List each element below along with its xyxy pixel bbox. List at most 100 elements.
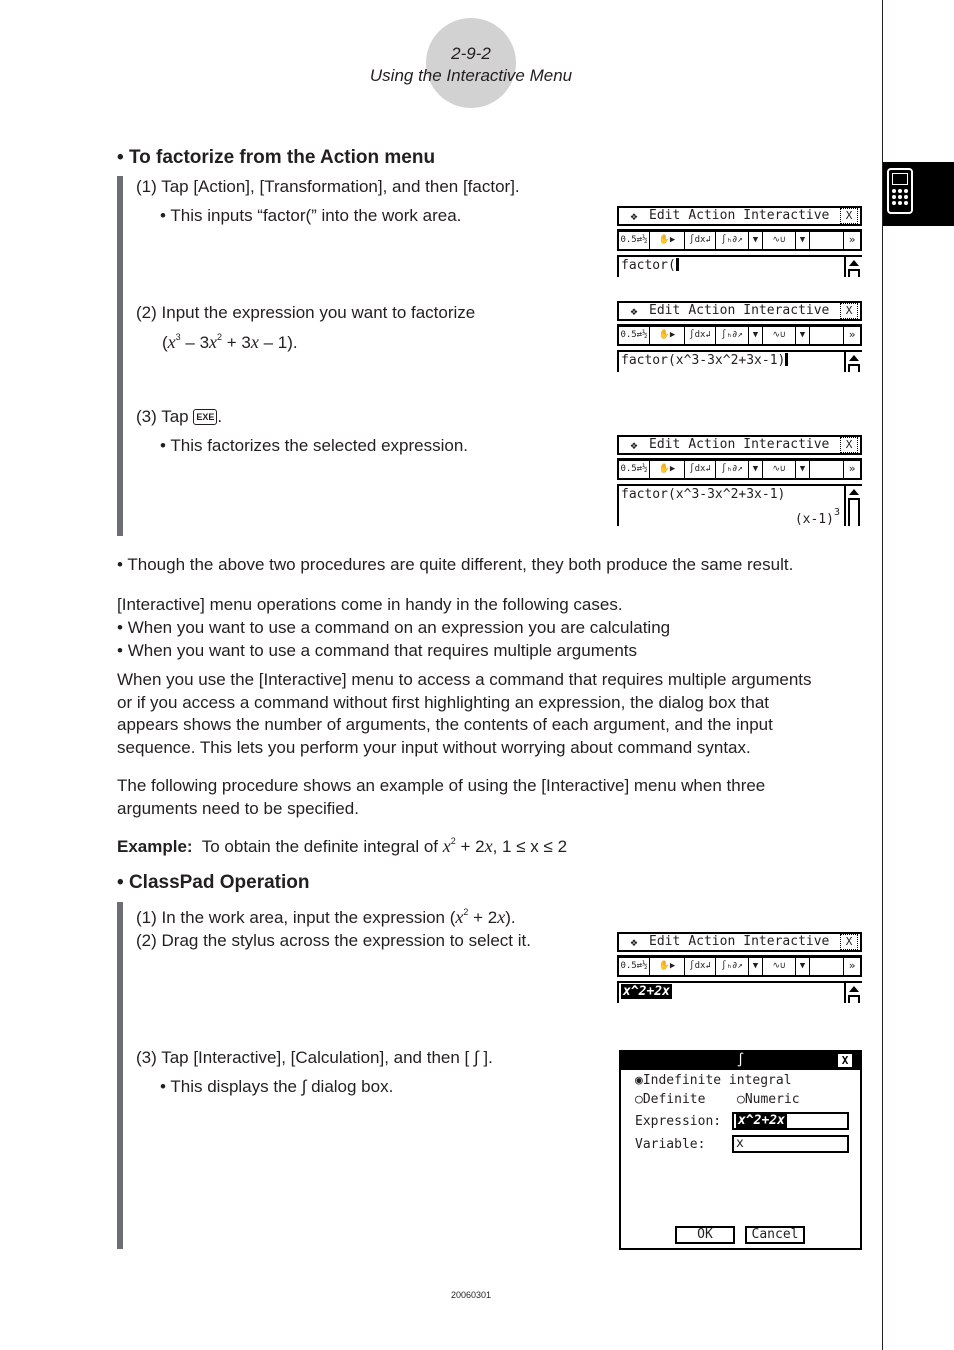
toolbar-integral-icon[interactable]: ∫dx↲ — [685, 461, 716, 478]
close-icon[interactable]: X — [840, 934, 858, 950]
toolbar-curve-icon[interactable]: ∿∪ — [763, 327, 796, 344]
step-1-bullet: • This inputs “factor(” into the work ar… — [160, 206, 462, 225]
ok-button[interactable]: OK — [675, 1226, 735, 1244]
toolbar-integral-icon[interactable]: ∫dx↲ — [685, 958, 716, 975]
close-icon[interactable]: X — [840, 303, 858, 319]
scrollbar[interactable] — [844, 352, 862, 372]
toolbar-graph-icon[interactable]: ∫ₕ∂↗ — [716, 958, 749, 975]
toolbar-dropdown-icon[interactable]: ▼ — [749, 461, 763, 478]
dropdown-icon[interactable]: ❖ — [619, 934, 649, 950]
toolbar-dropdown-icon[interactable]: ▼ — [796, 958, 810, 975]
cancel-button[interactable]: Cancel — [745, 1226, 805, 1244]
classpad-screen-4: ❖ Edit Action Interactive X 0.5⇄½ ✋▶ ∫dx… — [617, 932, 862, 1003]
toolbar: 0.5⇄½ ✋▶ ∫dx↲ ∫ₕ∂↗ ▼ ∿∪ ▼ » — [617, 324, 862, 346]
toolbar-fraction-decimal[interactable]: 0.5⇄½ — [619, 232, 650, 249]
procedure-bar — [117, 902, 123, 1249]
toolbar-fraction-decimal[interactable]: 0.5⇄½ — [619, 958, 650, 975]
close-icon[interactable]: X — [840, 437, 858, 453]
step-2-expression: (x3 – 3x2 + 3x – 1). — [162, 332, 298, 352]
toolbar-drag-icon[interactable]: ✋▶ — [650, 461, 685, 478]
scrollbar[interactable] — [844, 257, 862, 277]
work-area[interactable]: factor(x^3-3x^2+3x-1) — [617, 350, 862, 372]
scroll-up-icon[interactable] — [849, 489, 859, 495]
calculator-icon — [887, 168, 913, 214]
radio-unchecked-icon: ○ — [737, 1092, 745, 1107]
close-icon[interactable]: X — [840, 208, 858, 224]
menu-interactive[interactable]: Interactive — [743, 437, 829, 453]
toolbar-fraction-decimal[interactable]: 0.5⇄½ — [619, 461, 650, 478]
toolbar-integral-icon[interactable]: ∫dx↲ — [685, 232, 716, 249]
scroll-up-icon[interactable] — [849, 260, 859, 266]
toolbar-drag-icon[interactable]: ✋▶ — [650, 327, 685, 344]
toolbar-more-icon[interactable]: » — [843, 461, 860, 478]
toolbar-more-icon[interactable]: » — [843, 327, 860, 344]
toolbar-drag-icon[interactable]: ✋▶ — [650, 232, 685, 249]
radio-checked-icon: ◉ — [635, 1073, 643, 1088]
menu-action[interactable]: Action — [688, 437, 735, 453]
work-area[interactable]: factor(x^3-3x^2+3x-1) (x-1)3 — [617, 484, 862, 527]
toolbar-more-icon[interactable]: » — [843, 958, 860, 975]
note-bullet: • Though the above two procedures are qu… — [117, 555, 794, 574]
menu-edit[interactable]: Edit — [649, 934, 680, 950]
toolbar-curve-icon[interactable]: ∿∪ — [763, 232, 796, 249]
selected-expression[interactable]: x^2+2x — [621, 984, 672, 999]
toolbar-graph-icon[interactable]: ∫ₕ∂↗ — [716, 461, 749, 478]
toolbar-dropdown-icon[interactable]: ▼ — [796, 327, 810, 344]
footer-code: 20060301 — [450, 1290, 492, 1300]
toolbar-graph-icon[interactable]: ∫ₕ∂↗ — [716, 232, 749, 249]
step-2: (2) Drag the stylus across the expressio… — [136, 931, 531, 950]
close-icon[interactable]: X — [838, 1054, 852, 1067]
work-area[interactable]: x^2+2x — [617, 981, 862, 1003]
scrollbar[interactable] — [844, 983, 862, 1003]
work-line: factor( — [621, 258, 676, 273]
menu-interactive[interactable]: Interactive — [743, 208, 829, 224]
toolbar-dropdown-icon[interactable]: ▼ — [796, 461, 810, 478]
toolbar-dropdown-icon[interactable]: ▼ — [749, 327, 763, 344]
scroll-up-icon[interactable] — [849, 355, 859, 361]
scrollbar[interactable] — [844, 486, 862, 526]
result-line: (x-1)3 — [794, 507, 840, 527]
menu-action[interactable]: Action — [688, 208, 735, 224]
toolbar-drag-icon[interactable]: ✋▶ — [650, 958, 685, 975]
menu-action[interactable]: Action — [688, 303, 735, 319]
expression-field[interactable]: x^2+2x — [732, 1112, 849, 1130]
toolbar-dropdown-icon[interactable]: ▼ — [749, 232, 763, 249]
menu-action[interactable]: Action — [688, 934, 735, 950]
page-number: 2-9-2 — [451, 44, 491, 63]
step-3: (3) Tap [Interactive], [Calculation], an… — [136, 1048, 493, 1067]
menu-edit[interactable]: Edit — [649, 437, 680, 453]
variable-field[interactable]: x — [732, 1135, 849, 1153]
paragraph-intro: [Interactive] menu operations come in ha… — [117, 595, 623, 614]
page-title: Using the Interactive Menu — [369, 66, 573, 85]
menu-interactive[interactable]: Interactive — [743, 303, 829, 319]
work-area[interactable]: factor( — [617, 255, 862, 277]
dialog-title-bar: ∫ X — [621, 1052, 860, 1070]
radio-definite[interactable]: ○Definite — [635, 1092, 705, 1107]
exe-key-icon: EXE — [193, 409, 218, 425]
dialog-title: ∫ — [736, 1053, 745, 1068]
toolbar-graph-icon[interactable]: ∫ₕ∂↗ — [716, 327, 749, 344]
toolbar-curve-icon[interactable]: ∿∪ — [763, 958, 796, 975]
menu-edit[interactable]: Edit — [649, 303, 680, 319]
dropdown-icon[interactable]: ❖ — [619, 437, 649, 453]
paragraph-line: arguments need to be specified. — [117, 799, 359, 818]
variable-label: Variable: — [635, 1137, 706, 1152]
radio-numeric[interactable]: ○Numeric — [737, 1092, 800, 1107]
toolbar-fraction-decimal[interactable]: 0.5⇄½ — [619, 327, 650, 344]
toolbar-dropdown-icon[interactable]: ▼ — [749, 958, 763, 975]
menu-edit[interactable]: Edit — [649, 208, 680, 224]
dropdown-icon[interactable]: ❖ — [619, 208, 649, 224]
scroll-up-icon[interactable] — [849, 986, 859, 992]
toolbar-dropdown-icon[interactable]: ▼ — [796, 232, 810, 249]
toolbar-more-icon[interactable]: » — [843, 232, 860, 249]
menu-interactive[interactable]: Interactive — [743, 934, 829, 950]
paragraph-line: The following procedure shows an example… — [117, 776, 766, 795]
dropdown-icon[interactable]: ❖ — [619, 303, 649, 319]
radio-indefinite[interactable]: ◉Indefinite integral — [635, 1073, 792, 1088]
toolbar-integral-icon[interactable]: ∫dx↲ — [685, 327, 716, 344]
step-3-bullet: • This factorizes the selected expressio… — [160, 436, 469, 455]
case-bullet: • When you want to use a command that re… — [117, 641, 637, 660]
radio-unchecked-icon: ○ — [635, 1092, 643, 1107]
step-1: (1) Tap [Action], [Transformation], and … — [136, 177, 520, 196]
toolbar-curve-icon[interactable]: ∿∪ — [763, 461, 796, 478]
